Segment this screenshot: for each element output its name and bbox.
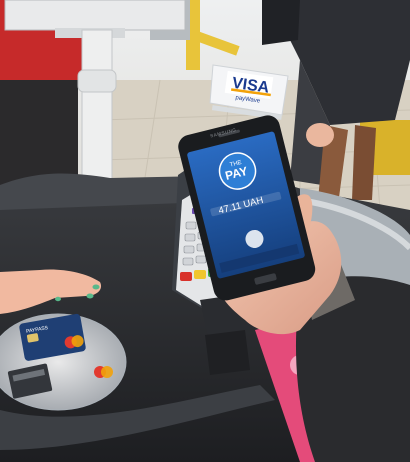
photo-frame: VISA payWave SAMSUNG THE PAY 47.11 UAH P… <box>0 0 410 462</box>
terminal-clear-key <box>194 270 206 279</box>
checkout-photo: VISA payWave SAMSUNG THE PAY 47.11 UAH P… <box>0 0 410 462</box>
monitor <box>4 0 186 31</box>
terminal-cancel-key <box>180 272 192 281</box>
mastercard-logo <box>94 366 113 378</box>
